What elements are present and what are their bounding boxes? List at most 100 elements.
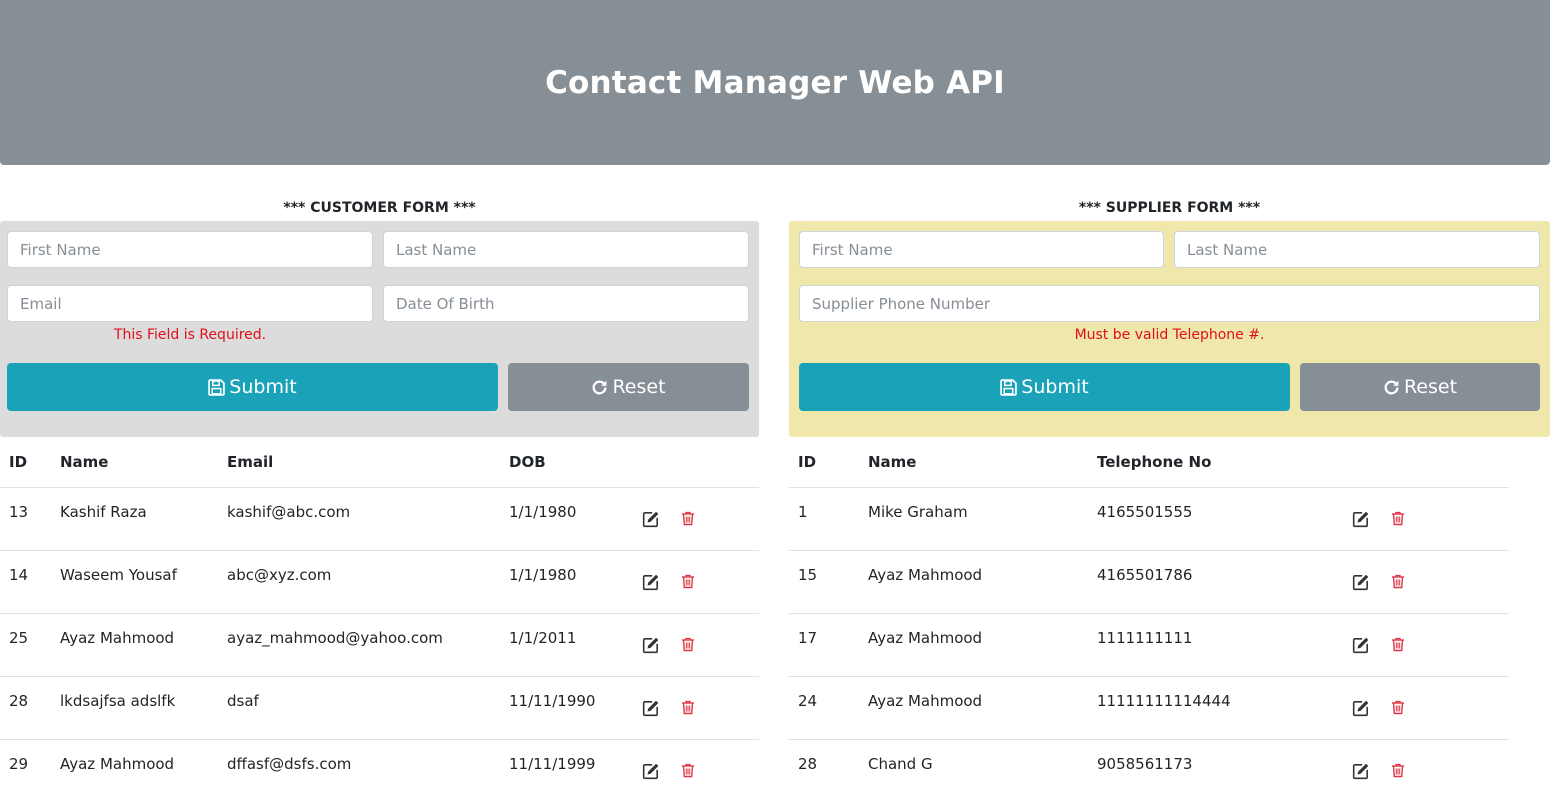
customer-submit-label: Submit (229, 376, 297, 398)
cell-id: 28 (0, 676, 51, 740)
table-row: 14 Waseem Yousaf abc@xyz.com 1/1/1980 (0, 550, 759, 614)
column-header-actions (633, 438, 759, 488)
cell-telephone: 4165501786 (1088, 550, 1343, 614)
table-row: 28 Chand G 9058561173 (789, 739, 1509, 794)
customer-email-input[interactable] (7, 285, 373, 322)
edit-icon[interactable] (1352, 762, 1370, 780)
trash-icon[interactable] (1390, 636, 1408, 654)
trash-icon[interactable] (680, 762, 698, 780)
customer-form: This Field is Required. Submit Reset (0, 221, 759, 437)
cell-telephone: 1111111111 (1088, 613, 1343, 677)
column-header-actions (1343, 438, 1509, 488)
cell-actions (633, 550, 759, 614)
page-title: Contact Manager Web API (545, 64, 1005, 101)
cell-actions (1343, 487, 1509, 551)
supplier-submit-button[interactable]: Submit (799, 363, 1290, 411)
edit-icon[interactable] (642, 510, 660, 528)
edit-icon[interactable] (642, 636, 660, 654)
cell-id: 25 (0, 613, 51, 677)
trash-icon[interactable] (680, 699, 698, 717)
edit-icon[interactable] (1352, 636, 1370, 654)
table-header-row: ID Name Email DOB (0, 438, 759, 488)
table-row: 13 Kashif Raza kashif@abc.com 1/1/1980 (0, 487, 759, 551)
customer-submit-button[interactable]: Submit (7, 363, 498, 411)
customer-email-error: This Field is Required. (113, 327, 267, 343)
supplier-phone-error: Must be valid Telephone #. (1074, 327, 1265, 343)
supplier-reset-button[interactable]: Reset (1300, 363, 1540, 411)
edit-icon[interactable] (642, 573, 660, 591)
column-header-id: ID (789, 438, 859, 488)
supplier-phone-input[interactable] (799, 285, 1540, 322)
floppy-disk-icon (1000, 378, 1018, 396)
cell-actions (633, 739, 759, 794)
cell-telephone: 4165501555 (1088, 487, 1343, 551)
cell-id: 15 (789, 550, 859, 614)
cell-dob: 11/11/1990 (500, 676, 633, 740)
customer-last-name-input[interactable] (383, 231, 749, 268)
edit-icon[interactable] (642, 699, 660, 717)
cell-id: 29 (0, 739, 51, 794)
cell-name: Ayaz Mahmood (859, 550, 1088, 614)
customer-first-name-input[interactable] (7, 231, 373, 268)
cell-name: Chand G (859, 739, 1088, 794)
table-row: 28 lkdsajfsa adslfk dsaf 11/11/1990 (0, 676, 759, 740)
cell-name: Kashif Raza (51, 487, 218, 551)
cell-dob: 1/1/1980 (500, 487, 633, 551)
cell-actions (633, 613, 759, 677)
customer-reset-button[interactable]: Reset (508, 363, 749, 411)
supplier-first-name-input[interactable] (799, 231, 1164, 268)
column-header-name: Name (859, 438, 1088, 488)
cell-dob: 11/11/1999 (500, 739, 633, 794)
trash-icon[interactable] (1390, 573, 1408, 591)
cell-name: Mike Graham (859, 487, 1088, 551)
trash-icon[interactable] (680, 510, 698, 528)
cell-actions (633, 676, 759, 740)
cell-telephone: 11111111114444 (1088, 676, 1343, 740)
cell-name: Ayaz Mahmood (859, 613, 1088, 677)
cell-email: kashif@abc.com (218, 487, 500, 551)
trash-icon[interactable] (1390, 699, 1408, 717)
customer-table: ID Name Email DOB 13 Kashif Raza kashif@ab… (0, 438, 759, 794)
cell-email: dsaf (218, 676, 500, 740)
table-row: 15 Ayaz Mahmood 4165501786 (789, 550, 1509, 614)
cell-name: lkdsajfsa adslfk (51, 676, 218, 740)
cell-id: 24 (789, 676, 859, 740)
cell-email: dffasf@dsfs.com (218, 739, 500, 794)
table-row: 17 Ayaz Mahmood 1111111111 (789, 613, 1509, 677)
trash-icon[interactable] (680, 573, 698, 591)
cell-id: 28 (789, 739, 859, 794)
table-header-row: ID Name Telephone No (789, 438, 1509, 488)
edit-icon[interactable] (1352, 573, 1370, 591)
column-header-email: Email (218, 438, 500, 488)
supplier-reset-label: Reset (1403, 376, 1458, 398)
column-header-name: Name (51, 438, 218, 488)
customer-form-title: *** CUSTOMER FORM *** (283, 200, 476, 216)
edit-icon[interactable] (1352, 699, 1370, 717)
cell-name: Ayaz Mahmood (51, 613, 218, 677)
cell-id: 13 (0, 487, 51, 551)
table-row: 24 Ayaz Mahmood 11111111114444 (789, 676, 1509, 740)
cell-email: ayaz_mahmood@yahoo.com (218, 613, 500, 677)
supplier-last-name-input[interactable] (1174, 231, 1540, 268)
supplier-table: ID Name Telephone No 1 Mike Graham 4165501… (789, 438, 1509, 794)
cell-name: Ayaz Mahmood (51, 739, 218, 794)
customer-reset-label: Reset (612, 376, 666, 398)
cell-dob: 1/1/1980 (500, 550, 633, 614)
edit-icon[interactable] (1352, 510, 1370, 528)
cell-actions (633, 487, 759, 551)
trash-icon[interactable] (1390, 762, 1408, 780)
edit-icon[interactable] (642, 762, 660, 780)
trash-icon[interactable] (680, 636, 698, 654)
refresh-icon (1383, 379, 1400, 396)
cell-actions (1343, 739, 1509, 794)
cell-email: abc@xyz.com (218, 550, 500, 614)
supplier-form-title: *** SUPPLIER FORM *** (1078, 200, 1261, 216)
refresh-icon (591, 379, 608, 396)
cell-telephone: 9058561173 (1088, 739, 1343, 794)
customer-dob-input[interactable] (383, 285, 749, 322)
trash-icon[interactable] (1390, 510, 1408, 528)
cell-name: Ayaz Mahmood (859, 676, 1088, 740)
table-row: 29 Ayaz Mahmood dffasf@dsfs.com 11/11/1999 (0, 739, 759, 794)
table-row: 25 Ayaz Mahmood ayaz_mahmood@yahoo.com 1/1/… (0, 613, 759, 677)
page-header: Contact Manager Web API (0, 0, 1550, 165)
